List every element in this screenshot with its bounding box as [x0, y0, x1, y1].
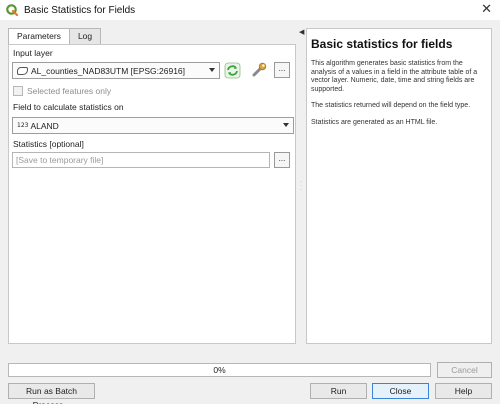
splitter-handle[interactable]: · · · [300, 179, 302, 193]
help-button[interactable]: Help [435, 383, 492, 399]
close-button[interactable]: Close [372, 383, 429, 399]
input-layer-browse-button[interactable]: ... [274, 62, 290, 78]
polygon-layer-icon [17, 66, 28, 75]
input-layer-value: AL_counties_NAD83UTM [EPSG:26916] [31, 65, 186, 76]
run-batch-button[interactable]: Run as Batch Process... [8, 383, 95, 404]
iterate-icon[interactable] [224, 62, 241, 79]
title-bar: Basic Statistics for Fields ✕ [0, 0, 500, 20]
statistics-placeholder: [Save to temporary file] [16, 155, 104, 165]
help-title: Basic statistics for fields [311, 37, 453, 51]
progress-label: 0% [213, 365, 226, 375]
statistics-label: Statistics [optional] [13, 139, 84, 149]
help-panel: Basic statistics for fields This algorit… [306, 28, 492, 344]
statistics-output-field[interactable]: [Save to temporary file] [12, 152, 270, 168]
input-layer-combo[interactable]: AL_counties_NAD83UTM [EPSG:26916] [12, 62, 220, 79]
input-layer-label: Input layer [13, 48, 53, 58]
statistics-browse-button[interactable]: ... [274, 152, 290, 168]
qgis-logo-icon [6, 4, 18, 16]
tab-bar: Parameters Log [8, 28, 102, 45]
parameters-panel: Input layer AL_counties_NAD83UTM [EPSG:2… [8, 44, 296, 344]
chevron-down-icon [209, 68, 215, 72]
field-value: ALAND [30, 120, 59, 131]
progress-bar: 0% [8, 363, 431, 377]
cancel-button[interactable]: Cancel [437, 362, 492, 378]
wrench-icon[interactable] [250, 61, 268, 79]
window-title: Basic Statistics for Fields [24, 4, 136, 16]
chevron-down-icon [283, 123, 289, 127]
numeric-field-icon: 123 [17, 122, 29, 129]
dialog-window: Basic Statistics for Fields ✕ Parameters… [0, 0, 500, 404]
tab-parameters[interactable]: Parameters [8, 28, 70, 45]
selected-features-checkbox[interactable] [13, 86, 23, 96]
collapse-arrow-icon[interactable]: ◀ [299, 28, 304, 36]
run-button[interactable]: Run [310, 383, 367, 399]
tab-log[interactable]: Log [68, 28, 102, 44]
close-window-icon[interactable]: ✕ [481, 3, 492, 17]
selected-features-label: Selected features only [27, 86, 112, 96]
help-paragraph: The statistics returned will depend on t… [311, 102, 471, 110]
help-paragraph: Statistics are generated as an HTML file… [311, 118, 438, 126]
field-combo[interactable]: 123 ALAND [12, 117, 294, 134]
help-paragraph: This algorithm generates basic statistic… [311, 60, 478, 93]
field-label: Field to calculate statistics on [13, 102, 124, 112]
